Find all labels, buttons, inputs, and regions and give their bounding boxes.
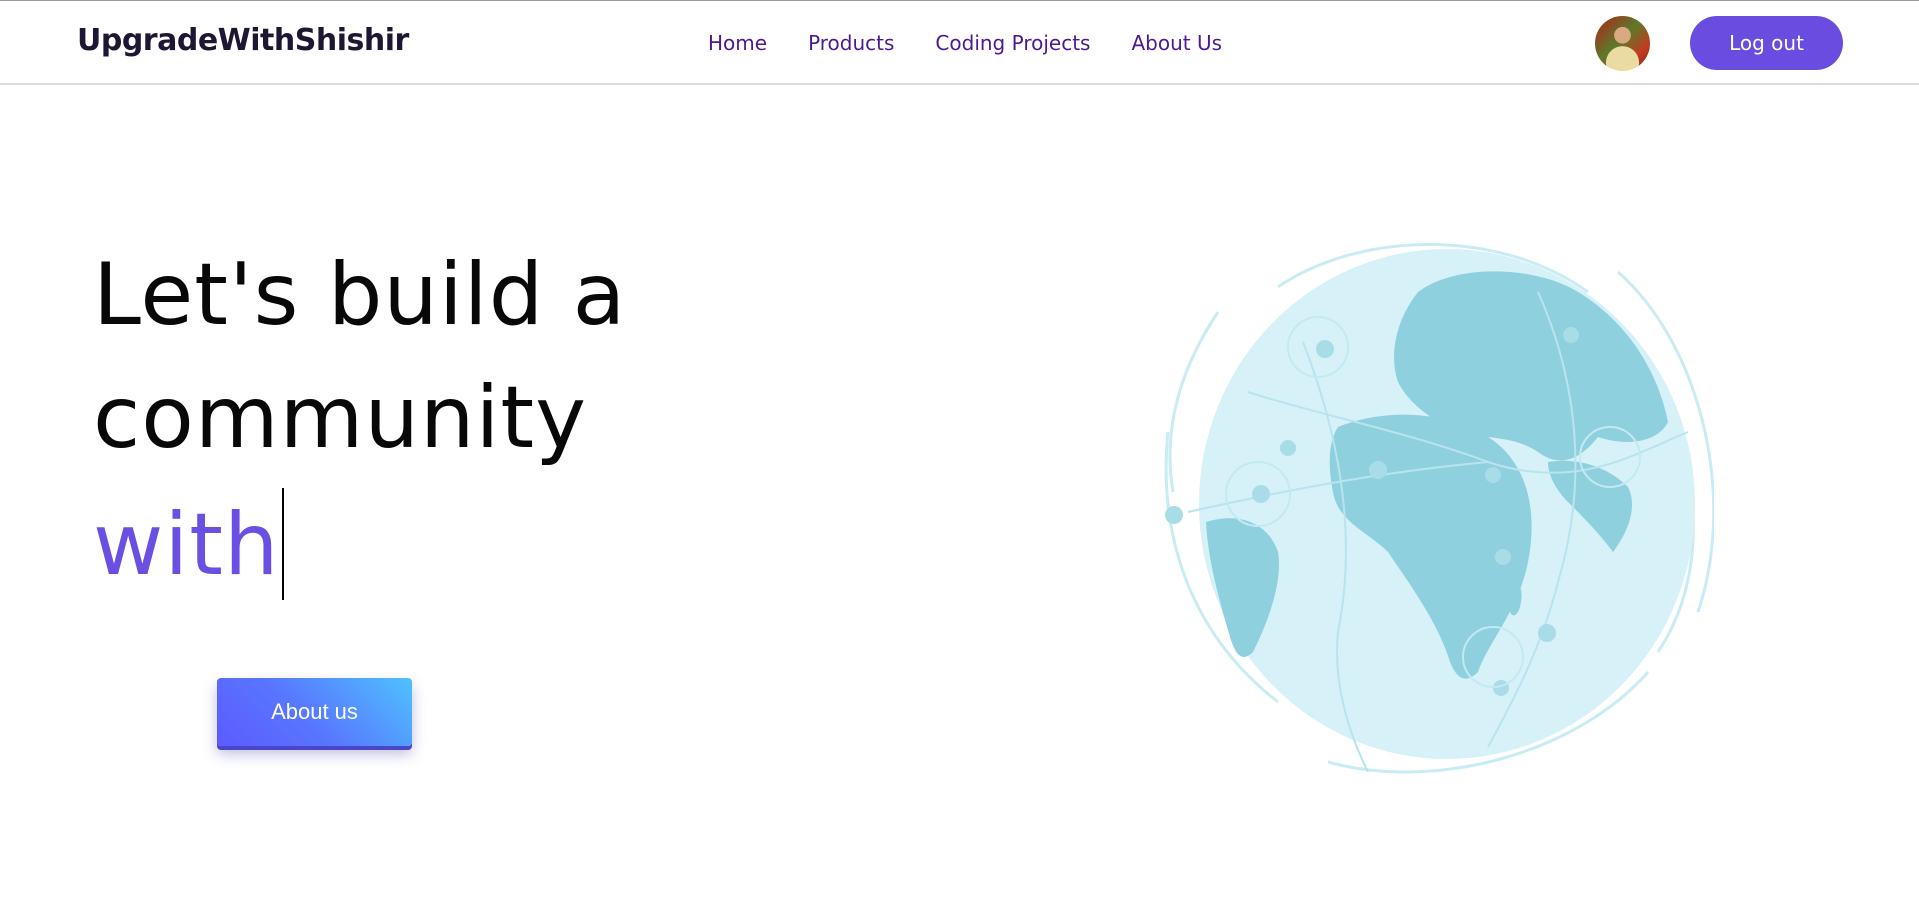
brand-logo[interactable]: UpgradeWithShishir — [77, 23, 409, 58]
hero-heading-line-1: Let's build a — [93, 245, 627, 345]
user-avatar[interactable] — [1595, 16, 1650, 71]
typing-caret — [282, 488, 284, 600]
main-nav: Home Products Coding Projects About Us — [708, 31, 1222, 55]
globe-icon — [1164, 243, 1714, 774]
logout-button[interactable]: Log out — [1690, 16, 1843, 70]
hero-heading-line-2: community — [93, 368, 587, 468]
nav-products-link[interactable]: Products — [808, 31, 894, 55]
hero-typed-text: with — [93, 495, 280, 595]
about-us-button[interactable]: About us — [217, 678, 412, 746]
nav-coding-projects-link[interactable]: Coding Projects — [935, 31, 1090, 55]
nav-home-link[interactable]: Home — [708, 31, 767, 55]
nav-about-us-link[interactable]: About Us — [1131, 31, 1222, 55]
navbar: UpgradeWithShishir Home Products Coding … — [0, 0, 1919, 85]
